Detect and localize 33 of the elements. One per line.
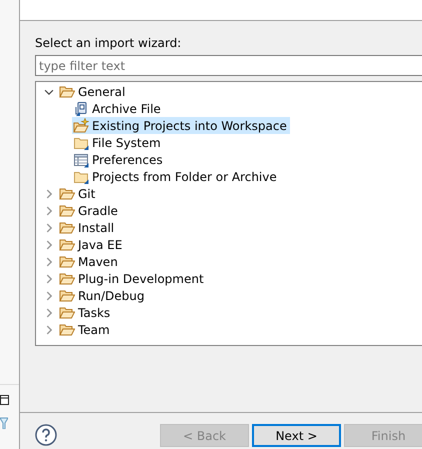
tree-item[interactable]: General: [78, 82, 126, 100]
folder-icon: [59, 84, 75, 100]
wizard-button[interactable]: Next >: [252, 424, 341, 447]
folder-icon: [59, 254, 75, 270]
folder-icon: [59, 288, 75, 304]
tree-item[interactable]: Tasks: [78, 304, 110, 322]
folder-icon: [59, 202, 75, 218]
archive-icon: [73, 100, 89, 116]
window-icon[interactable]: [0, 395, 9, 405]
tree-item[interactable]: Plug-in Development: [78, 270, 204, 288]
filter-field[interactable]: type filter text: [35, 55, 422, 76]
filter-icon[interactable]: [0, 417, 8, 429]
folder-icon: [59, 220, 75, 236]
tree-item[interactable]: Java EE: [78, 236, 122, 254]
help-icon[interactable]: [35, 424, 57, 446]
tree-item[interactable]: Team: [78, 320, 110, 338]
tree-item[interactable]: Existing Projects into Workspace: [72, 117, 290, 134]
tree-item[interactable]: Maven: [78, 252, 118, 270]
tree-item[interactable]: File System: [72, 134, 164, 151]
folder-icon: [59, 186, 75, 202]
tree-item[interactable]: Git: [78, 184, 96, 202]
tree-item[interactable]: Archive File: [72, 100, 164, 117]
folder-icon: [59, 236, 75, 252]
tree-item[interactable]: Gradle: [78, 202, 118, 220]
folder-icon: [59, 322, 75, 338]
tree-item[interactable]: Projects from Folder or Archive: [72, 168, 280, 185]
folder-star-icon: [73, 118, 89, 134]
prompt-label: Select an import wizard:: [35, 36, 182, 51]
tree-item[interactable]: Install: [78, 218, 114, 236]
tree-item[interactable]: Preferences: [72, 151, 166, 168]
tree-item[interactable]: Run/Debug: [78, 286, 145, 304]
folder-icon: [59, 270, 75, 286]
folder-icon: [59, 304, 75, 320]
